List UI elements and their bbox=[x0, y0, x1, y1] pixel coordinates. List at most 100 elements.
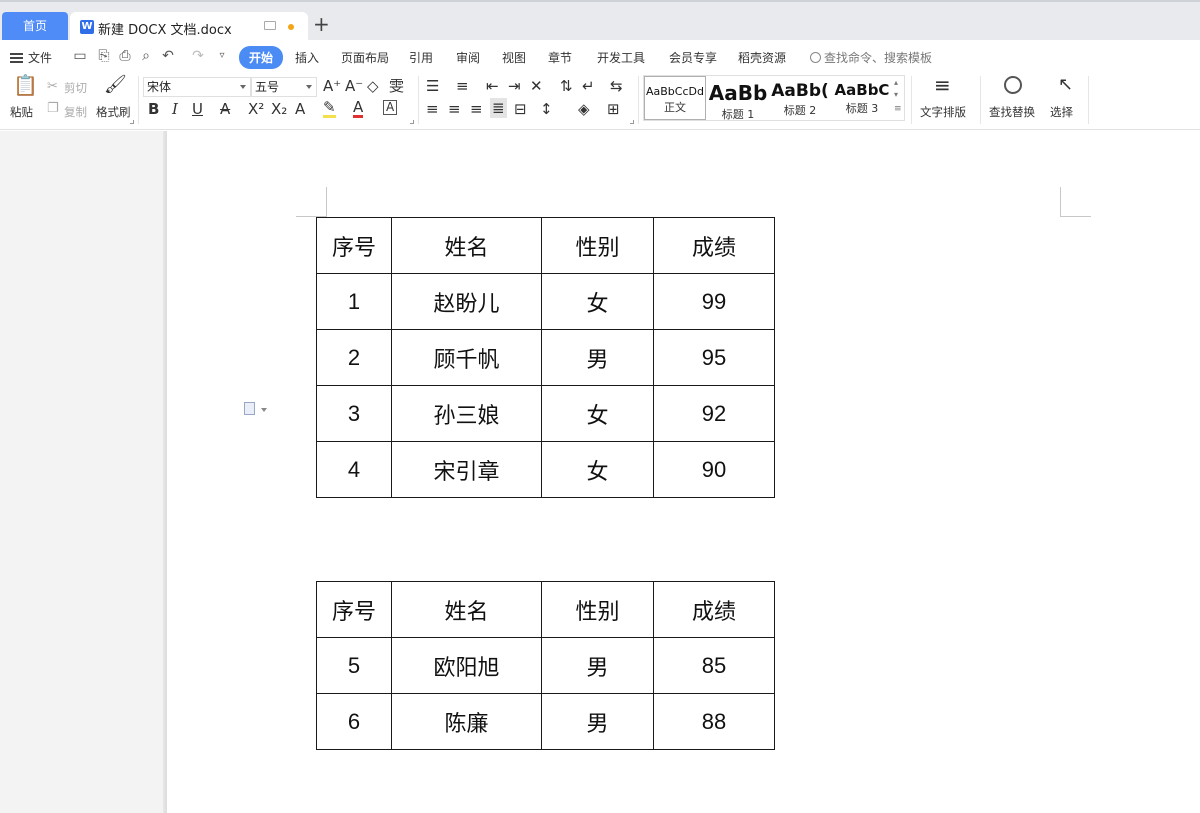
menu-start[interactable]: 开始 bbox=[239, 46, 283, 69]
style-heading-2[interactable]: AaBb( 标题 2 bbox=[770, 76, 830, 120]
decrease-indent-icon[interactable]: ⇤ bbox=[486, 77, 499, 95]
subscript-icon[interactable]: X₂ bbox=[271, 100, 287, 118]
table-header-cell[interactable]: 序号 bbox=[317, 218, 392, 274]
font-color-icon[interactable]: A bbox=[353, 100, 363, 118]
menu-review[interactable]: 审阅 bbox=[456, 49, 480, 66]
chinese-layout-icon[interactable]: ✕ bbox=[530, 77, 543, 95]
paste-icon[interactable]: 📋 bbox=[13, 76, 38, 94]
menu-developer[interactable]: 开发工具 bbox=[597, 49, 645, 66]
file-menu[interactable]: 文件 bbox=[10, 49, 52, 66]
menu-member[interactable]: 会员专享 bbox=[669, 49, 717, 66]
document-workspace[interactable]: 序号 姓名 性别 成绩 1 赵盼儿 女 99 2 顾千帆 男 95 3 孙三娘 … bbox=[0, 131, 1200, 813]
line-spacing-icon[interactable]: ↕ bbox=[540, 100, 553, 118]
table-header-cell[interactable]: 性别 bbox=[542, 218, 654, 274]
table-cell[interactable]: 99 bbox=[654, 274, 775, 330]
redo-icon[interactable]: ↷ bbox=[190, 48, 206, 64]
gallery-expand-icon[interactable]: ≡ bbox=[894, 104, 902, 114]
print-icon[interactable]: ⎙ bbox=[117, 48, 133, 64]
screen-icon[interactable] bbox=[264, 21, 276, 30]
table-header-cell[interactable]: 成绩 bbox=[654, 582, 775, 638]
customize-toolbar-icon[interactable]: ▿ bbox=[214, 48, 230, 64]
tab-home[interactable]: 首页 bbox=[2, 12, 68, 40]
undo-icon[interactable]: ↶ bbox=[160, 48, 176, 64]
table-cell[interactable]: 宋引章 bbox=[392, 442, 542, 498]
format-painter-button[interactable]: 格式刷 bbox=[96, 104, 131, 120]
save-icon[interactable]: ▭ bbox=[72, 48, 88, 64]
table-cell[interactable]: 1 bbox=[317, 274, 392, 330]
text-layout-icon[interactable]: ≡ bbox=[934, 76, 951, 94]
table-cell[interactable]: 90 bbox=[654, 442, 775, 498]
table-cell[interactable]: 女 bbox=[542, 442, 654, 498]
tab-marks-icon[interactable]: ⇆ bbox=[610, 77, 623, 95]
copy-button[interactable]: 复制 bbox=[64, 104, 87, 120]
menu-view[interactable]: 视图 bbox=[502, 49, 526, 66]
command-search[interactable]: 查找命令、搜索模板 bbox=[810, 49, 932, 66]
clipboard-dialog-launcher[interactable] bbox=[130, 120, 134, 124]
shading-icon[interactable]: ◈ bbox=[578, 100, 590, 118]
table-header-cell[interactable]: 姓名 bbox=[392, 582, 542, 638]
distributed-icon[interactable]: ⊟ bbox=[514, 100, 527, 118]
phonetic-guide-icon[interactable]: 雯 bbox=[389, 77, 404, 95]
table-cell[interactable]: 陈廉 bbox=[392, 694, 542, 750]
score-table-1[interactable]: 序号 姓名 性别 成绩 1 赵盼儿 女 99 2 顾千帆 男 95 3 孙三娘 … bbox=[316, 217, 775, 498]
table-cell[interactable]: 4 bbox=[317, 442, 392, 498]
font-dialog-launcher[interactable] bbox=[410, 120, 414, 124]
table-cell[interactable]: 3 bbox=[317, 386, 392, 442]
align-right-icon[interactable]: ≡ bbox=[470, 100, 483, 118]
table-cell[interactable]: 5 bbox=[317, 638, 392, 694]
show-marks-icon[interactable]: ↵ bbox=[582, 77, 595, 95]
print-preview-icon[interactable]: ⌕ bbox=[138, 48, 154, 64]
copy-icon[interactable]: ❐ bbox=[47, 100, 59, 118]
table-cell[interactable]: 6 bbox=[317, 694, 392, 750]
gallery-scroll-up-icon[interactable]: ▴ bbox=[894, 78, 898, 88]
borders-icon[interactable]: ⊞ bbox=[607, 100, 620, 118]
table-cell[interactable]: 85 bbox=[654, 638, 775, 694]
export-icon[interactable]: ⎘ bbox=[96, 48, 112, 64]
cut-button[interactable]: 剪切 bbox=[64, 80, 87, 96]
table-cell[interactable]: 2 bbox=[317, 330, 392, 386]
font-size-select[interactable]: 五号 bbox=[251, 77, 317, 97]
table-cell[interactable]: 88 bbox=[654, 694, 775, 750]
superscript-icon[interactable]: X² bbox=[248, 100, 264, 118]
gallery-scroll-down-icon[interactable]: ▾ bbox=[894, 90, 898, 100]
font-family-select[interactable]: 宋体 bbox=[143, 77, 251, 97]
table-header-cell[interactable]: 姓名 bbox=[392, 218, 542, 274]
find-replace-button[interactable]: 查找替换 bbox=[989, 104, 1035, 120]
score-table-2[interactable]: 序号 姓名 性别 成绩 5 欧阳旭 男 85 6 陈廉 男 88 bbox=[316, 581, 775, 750]
table-cell[interactable]: 女 bbox=[542, 386, 654, 442]
format-painter-icon[interactable]: 🖌 bbox=[104, 76, 127, 94]
new-tab-button[interactable]: + bbox=[313, 14, 330, 34]
find-replace-icon[interactable] bbox=[1004, 76, 1022, 94]
select-cursor-icon[interactable]: ↖ bbox=[1058, 76, 1073, 94]
numbered-list-icon[interactable]: ≡ bbox=[456, 77, 469, 95]
justify-icon[interactable]: ≣ bbox=[490, 98, 507, 118]
shrink-font-icon[interactable]: A⁻ bbox=[345, 77, 363, 95]
table-cell[interactable]: 孙三娘 bbox=[392, 386, 542, 442]
paragraph-dialog-launcher[interactable] bbox=[630, 120, 634, 124]
clear-format-icon[interactable]: ◇ bbox=[367, 77, 379, 95]
menu-page-layout[interactable]: 页面布局 bbox=[341, 49, 389, 66]
table-header-cell[interactable]: 序号 bbox=[317, 582, 392, 638]
text-layout-button[interactable]: 文字排版 bbox=[920, 104, 966, 120]
table-cell[interactable]: 女 bbox=[542, 274, 654, 330]
italic-icon[interactable]: I bbox=[172, 100, 178, 118]
align-center-icon[interactable]: ≡ bbox=[448, 100, 461, 118]
paste-button[interactable]: 粘贴 bbox=[10, 104, 33, 120]
character-border-icon[interactable]: A bbox=[383, 100, 397, 115]
style-heading-1[interactable]: AaBb 标题 1 bbox=[708, 76, 768, 120]
table-cell[interactable]: 男 bbox=[542, 694, 654, 750]
chevron-down-icon[interactable] bbox=[261, 408, 267, 412]
menu-references[interactable]: 引用 bbox=[409, 49, 433, 66]
increase-indent-icon[interactable]: ⇥ bbox=[508, 77, 521, 95]
table-cell[interactable]: 男 bbox=[542, 330, 654, 386]
bullet-list-icon[interactable]: ☰ bbox=[426, 77, 439, 95]
menu-chapter[interactable]: 章节 bbox=[548, 49, 572, 66]
table-cell[interactable]: 赵盼儿 bbox=[392, 274, 542, 330]
highlight-icon[interactable]: ✎ bbox=[323, 100, 336, 118]
table-header-cell[interactable]: 成绩 bbox=[654, 218, 775, 274]
table-cell[interactable]: 男 bbox=[542, 638, 654, 694]
grow-font-icon[interactable]: A⁺ bbox=[323, 77, 341, 95]
style-normal[interactable]: AaBbCcDd 正文 bbox=[644, 76, 706, 120]
paragraph-options-icon[interactable] bbox=[244, 402, 255, 415]
bold-icon[interactable]: B bbox=[148, 100, 159, 118]
